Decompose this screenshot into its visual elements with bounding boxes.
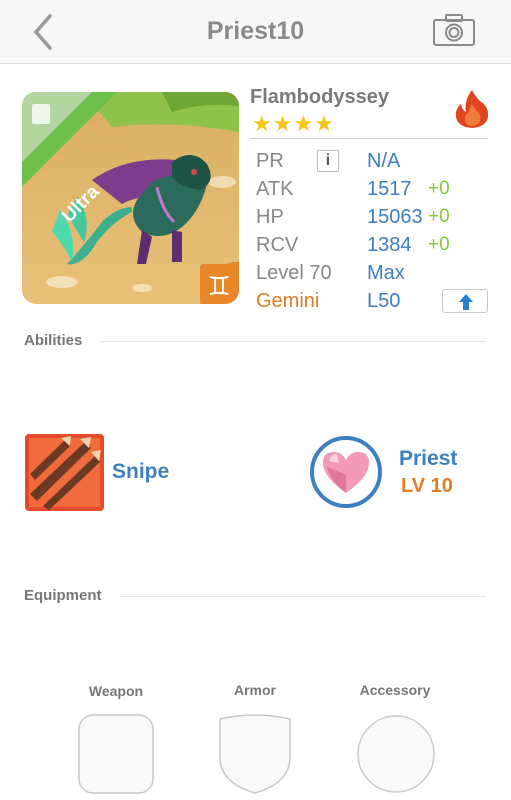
nav-bar: Priest10 [0,0,511,64]
class-level: LV 10 [401,475,453,497]
name-divider [250,138,488,139]
atk-bonus: +0 [428,178,450,199]
upgrade-button[interactable] [442,289,488,313]
pr-label: PR [256,150,284,172]
rcv-bonus: +0 [428,234,450,255]
hp-bonus: +0 [428,206,450,227]
heart-class-icon[interactable] [309,435,383,509]
hp-value: 15063 [367,206,423,228]
ability-name: Snipe [112,460,170,483]
armor-label: Armor [233,682,276,698]
abilities-divider [100,341,486,342]
equipment-heading: Equipment [24,587,102,604]
abilities-heading: Abilities [24,332,83,349]
svg-text:♊: ♊ [207,272,230,302]
accessory-slot[interactable] [356,713,436,795]
sign-level-value: L50 [367,290,401,312]
hp-label: HP [256,206,284,228]
fire-element-icon [455,90,489,128]
weapon-label: Weapon [88,683,144,699]
sign-label: Gemini [256,290,320,312]
rcv-label: RCV [256,234,299,256]
info-icon[interactable]: i [317,150,339,172]
armor-slot[interactable] [218,713,292,795]
monster-name: Flambodyssey [250,86,389,108]
atk-value: 1517 [367,178,412,200]
atk-label: ATK [256,178,294,200]
arrow-up-icon [459,294,473,310]
rcv-value: 1384 [367,234,412,256]
star-rating: ★★★★ [252,111,335,136]
monster-portrait[interactable]: ♊ Ultra [22,92,239,304]
level-label: Level 70 [256,262,332,284]
snipe-ability-icon[interactable] [25,434,104,511]
class-name: Priest [399,447,458,470]
camera-icon[interactable] [432,13,476,47]
pr-value: N/A [367,150,401,172]
accessory-label: Accessory [359,682,431,698]
weapon-slot[interactable] [78,714,154,794]
equipment-divider [120,596,486,597]
level-value: Max [367,262,405,284]
